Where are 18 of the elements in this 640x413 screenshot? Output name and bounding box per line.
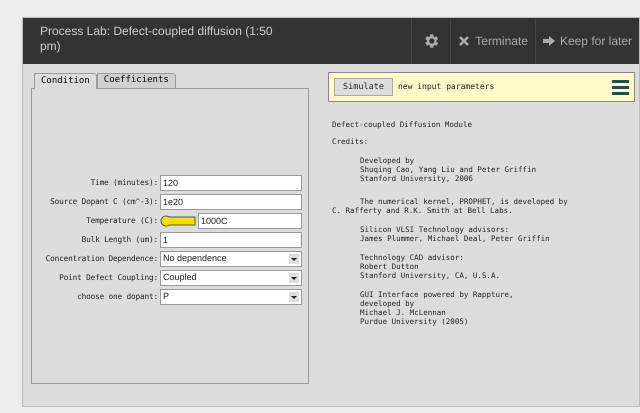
input-field[interactable]: 1000C bbox=[198, 213, 302, 229]
input-field[interactable]: 120 bbox=[160, 175, 302, 191]
dropdown[interactable]: Coupled bbox=[160, 270, 302, 286]
menu-icon[interactable] bbox=[612, 80, 629, 94]
close-icon bbox=[458, 35, 470, 47]
tab[interactable]: Coefficients bbox=[96, 73, 176, 88]
dropdown[interactable]: No dependence bbox=[160, 251, 302, 267]
tab[interactable]: Condition bbox=[34, 73, 97, 89]
arrow-right-icon bbox=[542, 36, 555, 46]
keep-for-later-button[interactable]: Keep for later bbox=[534, 18, 639, 64]
status-message: new input parameters bbox=[398, 81, 496, 93]
terminate-button[interactable]: Terminate bbox=[450, 18, 535, 64]
dropdown[interactable]: P bbox=[160, 289, 302, 305]
input-field[interactable]: 1 bbox=[160, 232, 302, 248]
input-field[interactable]: 1e20 bbox=[160, 194, 302, 210]
thermometer-icon bbox=[160, 215, 196, 227]
simulate-button[interactable]: Simulate bbox=[334, 78, 393, 96]
window-title: Process Lab: Defect-coupled diffusion (1:50 pm) bbox=[39, 23, 274, 55]
